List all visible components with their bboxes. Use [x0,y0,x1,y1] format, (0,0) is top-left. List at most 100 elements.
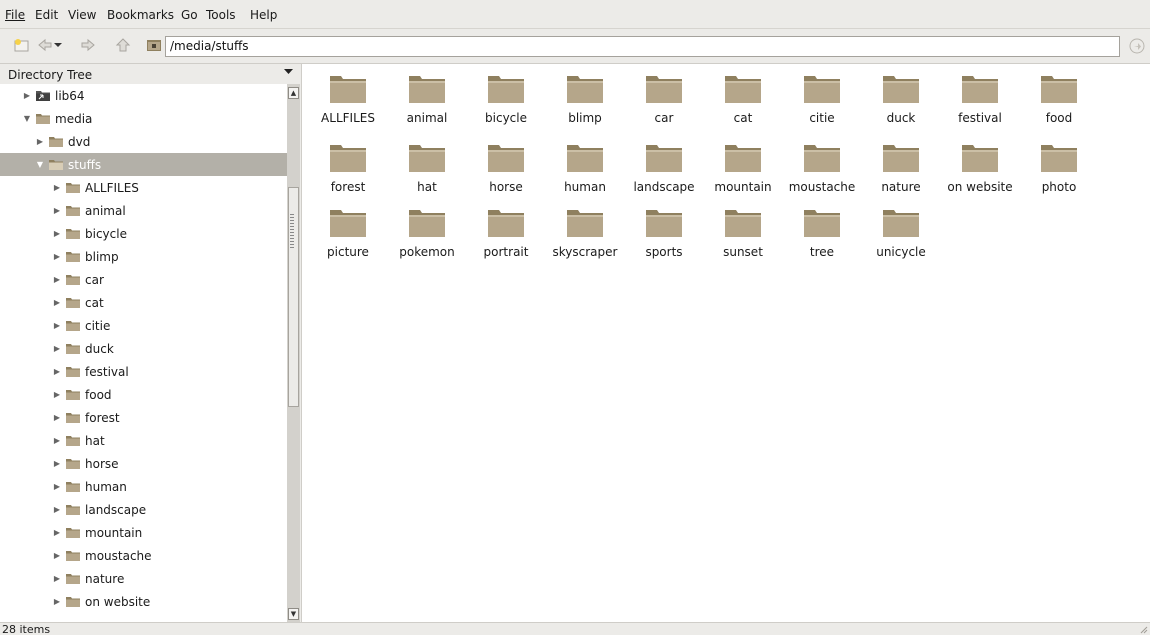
expand-arrow-icon[interactable]: ▶ [52,597,62,606]
tree-item-blimp[interactable]: ▶ blimp [0,245,287,268]
tree-item-citie[interactable]: ▶ citie [0,314,287,337]
tree-item-forest[interactable]: ▶ forest [0,406,287,429]
expand-arrow-icon[interactable]: ▶ [22,91,32,100]
file-item-picture[interactable]: picture [309,201,387,265]
expand-arrow-icon[interactable]: ▶ [52,344,62,353]
expand-arrow-icon[interactable]: ▶ [52,183,62,192]
tree-item-animal[interactable]: ▶ animal [0,199,287,222]
tree-item-lib64[interactable]: ▶ lib64 [0,84,287,107]
file-item-duck[interactable]: duck [862,67,940,131]
folder-icon [66,505,80,515]
expand-arrow-icon[interactable]: ▶ [35,137,45,146]
file-item-landscape[interactable]: landscape [625,136,703,200]
menu-help[interactable]: Help [250,8,277,22]
tree-item-label: mountain [85,525,143,540]
tree-item-allfiles[interactable]: ▶ ALLFILES [0,176,287,199]
menu-go[interactable]: Go [181,8,198,22]
file-item-moustache[interactable]: moustache [783,136,861,200]
scroll-up-button[interactable]: ▲ [288,87,299,99]
tree-item-bicycle[interactable]: ▶ bicycle [0,222,287,245]
up-icon[interactable] [113,35,133,55]
file-item-human[interactable]: human [546,136,624,200]
file-item-food[interactable]: food [1020,67,1098,131]
file-item-allfiles[interactable]: ALLFILES [309,67,387,131]
tree-item-food[interactable]: ▶ food [0,383,287,406]
tree-item-dvd[interactable]: ▶ dvd [0,130,287,153]
file-item-unicycle[interactable]: unicycle [862,201,940,265]
expand-arrow-icon[interactable]: ▶ [52,505,62,514]
tree-item-landscape[interactable]: ▶ landscape [0,498,287,521]
expand-arrow-icon[interactable]: ▶ [52,551,62,560]
scroll-down-button[interactable]: ▼ [288,608,299,620]
menu-view[interactable]: View [68,8,96,22]
folder-icon [66,482,80,492]
collapse-arrow-icon[interactable]: ▼ [35,160,45,169]
expand-arrow-icon[interactable]: ▶ [52,321,62,330]
menu-edit[interactable]: Edit [35,8,58,22]
file-item-citie[interactable]: citie [783,67,861,131]
tree-scrollbar[interactable]: ▲ ▼ [287,84,300,622]
tree-item-moustache[interactable]: ▶ moustache [0,544,287,567]
menu-tools[interactable]: Tools [206,8,236,22]
file-item-mountain[interactable]: mountain [704,136,782,200]
tree-item-festival[interactable]: ▶ festival [0,360,287,383]
file-item-on-website[interactable]: on website [941,136,1019,200]
expand-arrow-icon[interactable]: ▶ [52,574,62,583]
expand-arrow-icon[interactable]: ▶ [52,206,62,215]
file-item-tree[interactable]: tree [783,201,861,265]
menu-bookmarks[interactable]: Bookmarks [107,8,174,22]
address-input[interactable]: /media/stuffs [165,36,1120,57]
history-dropdown-icon[interactable] [53,35,63,55]
resize-grip-icon[interactable] [1138,624,1148,634]
collapse-arrow-icon[interactable]: ▼ [22,114,32,123]
file-item-sunset[interactable]: sunset [704,201,782,265]
file-item-hat[interactable]: hat [388,136,466,200]
expand-arrow-icon[interactable]: ▶ [52,413,62,422]
expand-arrow-icon[interactable]: ▶ [52,275,62,284]
tree-item-stuffs[interactable]: ▼ stuffs [0,153,287,176]
tree-item-mountain[interactable]: ▶ mountain [0,521,287,544]
expand-arrow-icon[interactable]: ▶ [52,367,62,376]
file-item-car[interactable]: car [625,67,703,131]
expand-arrow-icon[interactable]: ▶ [52,229,62,238]
expand-arrow-icon[interactable]: ▶ [52,252,62,261]
pane-resize-handle[interactable] [290,214,294,248]
expand-arrow-icon[interactable]: ▶ [52,298,62,307]
tree-item-nature[interactable]: ▶ nature [0,567,287,590]
back-icon[interactable] [35,35,55,55]
expand-arrow-icon[interactable]: ▶ [52,390,62,399]
tree-item-horse[interactable]: ▶ horse [0,452,287,475]
file-item-label: blimp [568,111,602,125]
go-icon[interactable] [1128,37,1146,55]
tree-dropdown-icon[interactable] [284,69,293,75]
new-tab-icon[interactable] [12,35,32,55]
file-item-portrait[interactable]: portrait [467,201,545,265]
file-item-skyscraper[interactable]: skyscraper [546,201,624,265]
file-item-festival[interactable]: festival [941,67,1019,131]
tree-item-duck[interactable]: ▶ duck [0,337,287,360]
file-item-photo[interactable]: photo [1020,136,1098,200]
tree-item-on-website[interactable]: ▶ on website [0,590,287,613]
file-item-horse[interactable]: horse [467,136,545,200]
file-item-blimp[interactable]: blimp [546,67,624,131]
file-item-sports[interactable]: sports [625,201,703,265]
file-item-animal[interactable]: animal [388,67,466,131]
file-item-nature[interactable]: nature [862,136,940,200]
expand-arrow-icon[interactable]: ▶ [52,482,62,491]
file-item-pokemon[interactable]: pokemon [388,201,466,265]
forward-icon[interactable] [78,35,98,55]
tree-item-cat[interactable]: ▶ cat [0,291,287,314]
file-item-forest[interactable]: forest [309,136,387,200]
file-item-label: bicycle [485,111,527,125]
tree-item-car[interactable]: ▶ car [0,268,287,291]
file-item-cat[interactable]: cat [704,67,782,131]
file-item-bicycle[interactable]: bicycle [467,67,545,131]
tree-item-hat[interactable]: ▶ hat [0,429,287,452]
expand-arrow-icon[interactable]: ▶ [52,528,62,537]
tree-item-human[interactable]: ▶ human [0,475,287,498]
menu-file[interactable]: File [5,8,25,22]
tree-item-media[interactable]: ▼ media [0,107,287,130]
expand-arrow-icon[interactable]: ▶ [52,436,62,445]
home-folder-icon[interactable] [144,35,164,55]
expand-arrow-icon[interactable]: ▶ [52,459,62,468]
